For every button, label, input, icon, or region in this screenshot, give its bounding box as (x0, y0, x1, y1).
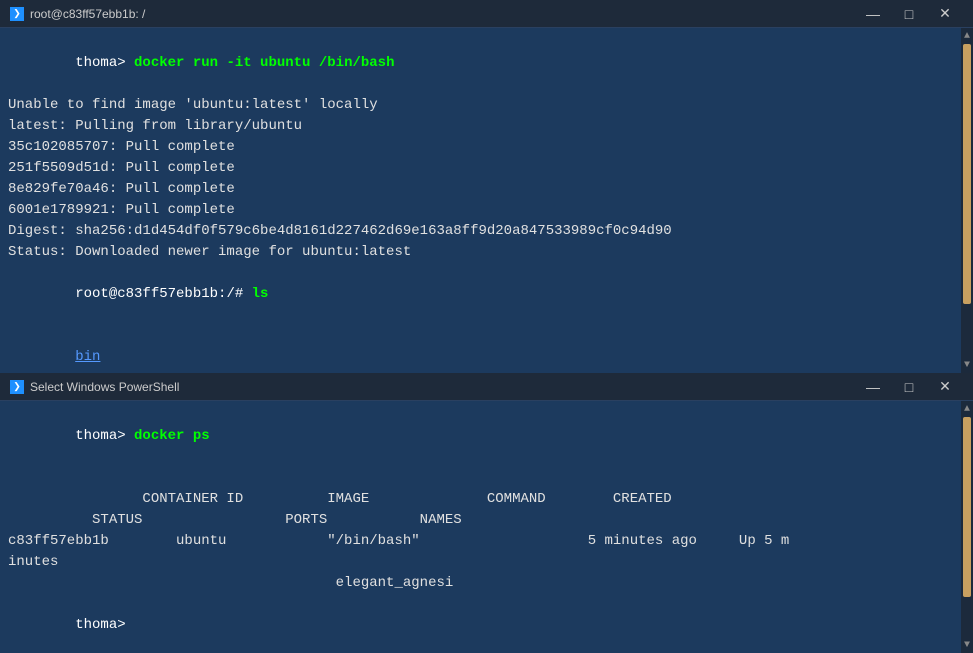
line-6: 8e829fe70a46: Pull complete (8, 179, 965, 200)
bottom-prompt-1: thoma> (75, 428, 134, 444)
prompt-1: thoma> (75, 55, 134, 71)
ls-bin: bin (75, 349, 100, 365)
cmd-1: docker run -it ubuntu /bin/bash (134, 55, 394, 71)
bottom-scroll-down[interactable]: ▼ (961, 637, 973, 653)
bottom-line-blank (8, 468, 965, 489)
bottom-prompt-2: thoma> (75, 617, 125, 633)
line-7: 6001e1789921: Pull complete (8, 200, 965, 221)
top-panel-title: root@c83ff57ebb1b: / (30, 7, 145, 21)
bottom-terminal-content: thoma> docker ps CONTAINER ID IMAGE COMM… (0, 401, 973, 653)
bottom-min-button[interactable]: — (855, 373, 891, 401)
bottom-data-1: c83ff57ebb1b ubuntu "/bin/bash" 5 minute… (8, 531, 965, 552)
bottom-scroll-up[interactable]: ▲ (961, 401, 973, 417)
bottom-cmd-1: docker ps (134, 428, 210, 444)
top-scrollbar-track[interactable]: ▲ ▼ (961, 28, 973, 373)
bottom-panel-title: Select Windows PowerShell (30, 380, 179, 394)
line-4: 35c102085707: Pull complete (8, 137, 965, 158)
line-9: Status: Downloaded newer image for ubunt… (8, 242, 965, 263)
top-panel-title-left: ❯ root@c83ff57ebb1b: / (10, 7, 145, 21)
bottom-max-button[interactable]: □ (891, 373, 927, 401)
top-panel-buttons: — □ ✕ (855, 0, 963, 28)
bottom-terminal-panel: ❯ Select Windows PowerShell — □ ✕ thoma>… (0, 373, 973, 653)
bottom-scrollbar-track[interactable]: ▲ ▼ (961, 401, 973, 653)
bottom-panel-title-bar: ❯ Select Windows PowerShell — □ ✕ (0, 373, 973, 401)
top-panel-title-bar: ❯ root@c83ff57ebb1b: / — □ ✕ (0, 0, 973, 28)
bottom-line-1: thoma> docker ps (8, 405, 965, 468)
line-8: Digest: sha256:d1d454df0f579c6be4d8161d2… (8, 221, 965, 242)
bottom-panel-buttons: — □ ✕ (855, 373, 963, 401)
top-scroll-thumb[interactable] (963, 44, 971, 304)
top-close-button[interactable]: ✕ (927, 0, 963, 28)
top-scroll-down[interactable]: ▼ (961, 357, 973, 373)
main-window: ❯ root@c83ff57ebb1b: / — □ ✕ thoma> dock… (0, 0, 973, 653)
bottom-scroll-thumb[interactable] (963, 417, 971, 597)
line-10: root@c83ff57ebb1b:/# ls (8, 263, 965, 326)
bottom-header-2: STATUS PORTS NAMES (8, 510, 965, 531)
line-3: latest: Pulling from library/ubuntu (8, 116, 965, 137)
bottom-data-2: inutes (8, 552, 965, 573)
top-terminal-content: thoma> docker run -it ubuntu /bin/bash U… (0, 28, 973, 373)
bottom-prompt-line: thoma> (8, 594, 965, 653)
bottom-data-3: elegant_agnesi (8, 573, 965, 594)
line-5: 251f5509d51d: Pull complete (8, 158, 965, 179)
top-max-button[interactable]: □ (891, 0, 927, 28)
line-2: Unable to find image 'ubuntu:latest' loc… (8, 95, 965, 116)
bottom-panel-icon: ❯ (10, 380, 24, 394)
cmd-2: ls (252, 286, 269, 302)
line-1: thoma> docker run -it ubuntu /bin/bash (8, 32, 965, 95)
top-scroll-up[interactable]: ▲ (961, 28, 973, 44)
bottom-close-button[interactable]: ✕ (927, 373, 963, 401)
bottom-header-1: CONTAINER ID IMAGE COMMAND CREATED (8, 489, 965, 510)
line-11-ls: bin dev home lib64 mnt proc run srv tmp (8, 326, 965, 373)
top-panel-icon: ❯ (10, 7, 24, 21)
top-min-button[interactable]: — (855, 0, 891, 28)
top-terminal-panel: ❯ root@c83ff57ebb1b: / — □ ✕ thoma> dock… (0, 0, 973, 373)
bottom-panel-title-left: ❯ Select Windows PowerShell (10, 380, 179, 394)
prompt-2: root@c83ff57ebb1b:/# (75, 286, 251, 302)
